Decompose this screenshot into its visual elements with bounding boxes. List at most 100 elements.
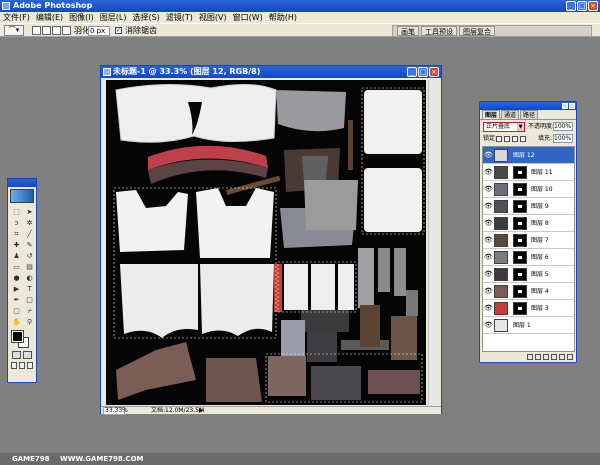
blend-mode-select[interactable]: 正片叠底 ▼ <box>483 122 525 132</box>
minimize-button[interactable]: _ <box>566 1 576 11</box>
menu-window[interactable]: 窗口(W) <box>230 12 266 23</box>
layer-thumbnail[interactable] <box>494 166 508 179</box>
image-canvas[interactable] <box>106 80 426 405</box>
layer-thumbnail[interactable] <box>494 149 508 162</box>
eye-icon[interactable]: 👁 <box>484 304 493 312</box>
layer-row[interactable]: 👁 图层 12 <box>483 147 574 164</box>
quick-mask-mode-icon[interactable] <box>23 351 32 359</box>
slice-tool-icon[interactable]: ╱ <box>24 229 35 239</box>
eraser-tool-icon[interactable]: ▭ <box>11 262 22 272</box>
opacity-input[interactable]: 100% <box>553 122 573 131</box>
menu-file[interactable]: 文件(F) <box>0 12 33 23</box>
document-maximize-button[interactable]: □ <box>418 67 428 77</box>
panel-close-button[interactable] <box>569 103 575 109</box>
lasso-tool-icon[interactable]: ↄ <box>11 218 22 228</box>
new-selection-icon[interactable] <box>32 26 41 35</box>
palette-tab-brushes[interactable]: 画笔 <box>397 26 419 36</box>
eye-icon[interactable]: 👁 <box>484 270 493 278</box>
feather-input[interactable]: 0 px <box>88 26 110 36</box>
healing-brush-tool-icon[interactable]: ✚ <box>11 240 22 250</box>
layer-mask-thumbnail[interactable] <box>513 234 527 247</box>
hand-tool-icon[interactable]: ✋ <box>11 317 22 327</box>
standard-screen-icon[interactable] <box>11 362 17 369</box>
layer-mask-thumbnail[interactable] <box>513 217 527 230</box>
layer-list[interactable]: 👁 图层 12 👁 图层 11 👁 图层 10 👁 图层 9 👁 图层 8 👁 图层 7 👁 图层 6 👁 图… <box>482 146 575 352</box>
eye-icon[interactable]: 👁 <box>484 151 493 159</box>
layer-thumbnail[interactable] <box>494 234 508 247</box>
crop-tool-icon[interactable]: ⌗ <box>11 229 22 239</box>
layer-row[interactable]: 👁 图层 10 <box>483 181 574 198</box>
antialias-checkbox[interactable]: ✓ <box>115 27 122 34</box>
zoom-tool-icon[interactable]: ⚲ <box>24 317 35 327</box>
gradient-tool-icon[interactable]: ▤ <box>24 262 35 272</box>
photoshop-logo[interactable] <box>10 189 34 203</box>
eye-icon[interactable]: 👁 <box>484 287 493 295</box>
status-menu-arrow-icon[interactable]: ▶ <box>199 408 204 414</box>
type-tool-icon[interactable]: T <box>24 284 35 294</box>
eyedropper-tool-icon[interactable]: ⌿ <box>24 306 35 316</box>
maximize-button[interactable]: □ <box>577 1 587 11</box>
lock-transparency-icon[interactable] <box>496 136 502 142</box>
history-brush-tool-icon[interactable]: ↺ <box>24 251 35 261</box>
full-screen-menu-icon[interactable] <box>19 362 25 369</box>
layer-row[interactable]: 👁 图层 11 <box>483 164 574 181</box>
eye-icon[interactable]: 👁 <box>484 168 493 176</box>
layer-row[interactable]: 👁 图层 9 <box>483 198 574 215</box>
layers-panel-titlebar[interactable] <box>480 102 576 110</box>
layer-thumbnail[interactable] <box>494 251 508 264</box>
delete-layer-icon[interactable] <box>567 354 573 360</box>
lock-position-icon[interactable] <box>512 136 518 142</box>
layer-thumbnail[interactable] <box>494 183 508 196</box>
layer-mask-thumbnail[interactable] <box>513 166 527 179</box>
magic-wand-tool-icon[interactable]: ✲ <box>24 218 35 228</box>
layer-thumbnail[interactable] <box>494 268 508 281</box>
layer-row[interactable]: 👁 图层 6 <box>483 249 574 266</box>
foreground-color-swatch[interactable] <box>11 330 24 343</box>
blur-tool-icon[interactable]: ● <box>11 273 22 283</box>
path-selection-tool-icon[interactable]: ▶ <box>11 284 22 294</box>
layer-thumbnail[interactable] <box>494 200 508 213</box>
layer-row[interactable]: 👁 图层 3 <box>483 300 574 317</box>
document-minimize-button[interactable]: _ <box>407 67 417 77</box>
move-tool-icon[interactable]: ➤ <box>24 207 35 217</box>
vertical-scrollbar[interactable] <box>428 80 440 405</box>
layer-thumbnail[interactable] <box>494 285 508 298</box>
eye-icon[interactable]: 👁 <box>484 321 493 329</box>
menu-help[interactable]: 帮助(H) <box>266 12 300 23</box>
clone-stamp-tool-icon[interactable]: ♟ <box>11 251 22 261</box>
link-layers-icon[interactable] <box>527 354 533 360</box>
intersect-selection-icon[interactable] <box>62 26 71 35</box>
layer-mask-thumbnail[interactable] <box>513 302 527 315</box>
menu-layer[interactable]: 图层(L) <box>97 12 130 23</box>
zoom-level-field[interactable]: 33.33% <box>103 407 128 415</box>
eye-icon[interactable]: 👁 <box>484 236 493 244</box>
layer-style-icon[interactable] <box>535 354 541 360</box>
layer-row[interactable]: 👁 图层 7 <box>483 232 574 249</box>
tab-layers[interactable]: 图层 <box>482 110 501 119</box>
fill-input[interactable]: 100% <box>553 134 573 143</box>
chevron-down-icon[interactable]: ▼ <box>517 123 524 131</box>
marquee-tool-icon[interactable]: ⬚ <box>11 207 22 217</box>
layer-mask-thumbnail[interactable] <box>513 285 527 298</box>
document-titlebar[interactable]: 未标题-1 @ 33.3% (图层 12, RGB/8) _ □ × <box>101 66 441 78</box>
tool-preset-picker[interactable]: ⌒▾ <box>4 25 24 36</box>
eye-icon[interactable]: 👁 <box>484 202 493 210</box>
notes-tool-icon[interactable]: ▢ <box>11 306 22 316</box>
layer-thumbnail[interactable] <box>494 217 508 230</box>
lock-all-icon[interactable] <box>520 136 526 142</box>
shape-tool-icon[interactable]: □ <box>24 295 35 305</box>
layer-row[interactable]: 👁 图层 5 <box>483 266 574 283</box>
layer-mask-thumbnail[interactable] <box>513 183 527 196</box>
full-screen-icon[interactable] <box>27 362 33 369</box>
subtract-selection-icon[interactable] <box>52 26 61 35</box>
layer-mask-thumbnail[interactable] <box>513 200 527 213</box>
add-selection-icon[interactable] <box>42 26 51 35</box>
eye-icon[interactable]: 👁 <box>484 219 493 227</box>
eye-icon[interactable]: 👁 <box>484 185 493 193</box>
close-button[interactable]: × <box>588 1 598 11</box>
new-layer-icon[interactable] <box>559 354 565 360</box>
new-group-icon[interactable] <box>551 354 557 360</box>
dodge-tool-icon[interactable]: ◐ <box>24 273 35 283</box>
document-close-button[interactable]: × <box>429 67 439 77</box>
pen-tool-icon[interactable]: ✒ <box>11 295 22 305</box>
